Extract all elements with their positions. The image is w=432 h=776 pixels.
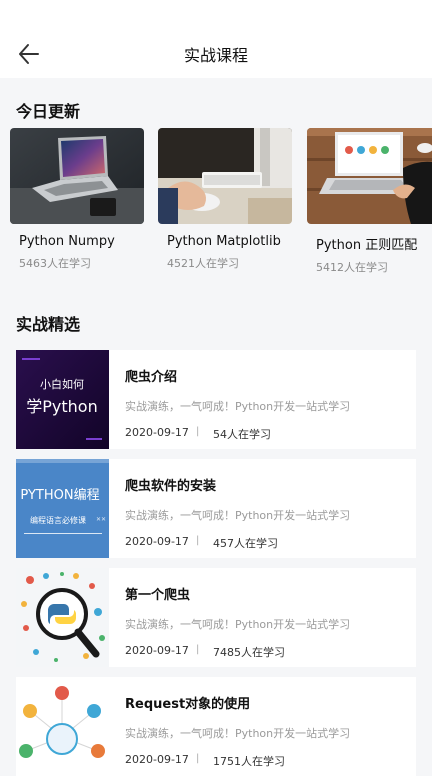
course-learners: 1751人在学习 xyxy=(213,755,285,768)
course-card[interactable]: 第一个爬虫 实战演练，一气呵成！Python开发一站式学习 2020-09-17… xyxy=(16,568,416,667)
today-card-learners: 5412人在学习 xyxy=(316,261,388,274)
course-card[interactable]: PYTHON编程 编程语言必修课 ✕✕ 爬虫软件的安装 实战演练，一气呵成！Py… xyxy=(16,459,416,558)
today-card[interactable]: Python 正则匹配 5412人在学习 xyxy=(307,128,432,275)
course-description: 实战演练，一气呵成！Python开发一站式学习 xyxy=(125,509,351,522)
today-list: Python Numpy 5463人在学习 Python Matplotlib … xyxy=(10,128,432,278)
meta-separator: | xyxy=(196,753,200,764)
svg-text:小白如何: 小白如何 xyxy=(40,377,84,391)
today-card-learners: 5463人在学习 xyxy=(19,257,91,270)
course-description: 实战演练，一气呵成！Python开发一站式学习 xyxy=(125,618,351,631)
course-title: Request对象的使用 xyxy=(125,697,251,712)
course-title: 爬虫软件的安装 xyxy=(125,479,217,494)
today-card-title: Python Matplotlib xyxy=(167,234,281,249)
today-card[interactable]: Python Matplotlib 4521人在学习 xyxy=(158,128,292,271)
course-date: 2020-09-17 xyxy=(125,426,189,439)
meta-separator: | xyxy=(196,535,200,546)
course-image xyxy=(10,128,144,224)
today-card-learners: 4521人在学习 xyxy=(167,257,239,270)
course-title: 第一个爬虫 xyxy=(125,588,191,603)
course-learners: 7485人在学习 xyxy=(213,646,285,659)
featured-section-title: 实战精选 xyxy=(16,315,81,334)
course-thumbnail: PYTHON编程 编程语言必修课 ✕✕ xyxy=(16,459,109,558)
course-image xyxy=(307,128,432,224)
course-date: 2020-09-17 xyxy=(125,644,189,657)
svg-text:PYTHON编程: PYTHON编程 xyxy=(20,488,99,503)
page-title: 实战课程 xyxy=(183,46,248,65)
svg-text:✕✕: ✕✕ xyxy=(96,516,106,523)
course-description: 实战演练，一气呵成！Python开发一站式学习 xyxy=(125,727,351,740)
today-card-title: Python 正则匹配 xyxy=(316,238,418,253)
course-date: 2020-09-17 xyxy=(125,535,189,548)
course-image xyxy=(158,128,292,224)
svg-text:编程语言必修课: 编程语言必修课 xyxy=(30,515,86,525)
meta-separator: | xyxy=(196,426,200,437)
svg-text:学Python: 学Python xyxy=(26,397,97,416)
today-section-title: 今日更新 xyxy=(16,102,81,121)
course-title: 爬虫介绍 xyxy=(125,370,178,385)
course-thumbnail: 小白如何 学Python xyxy=(16,350,109,449)
course-thumbnail xyxy=(16,677,109,776)
meta-separator: | xyxy=(196,644,200,655)
course-thumbnail xyxy=(16,568,109,667)
course-date: 2020-09-17 xyxy=(125,753,189,766)
course-learners: 457人在学习 xyxy=(213,537,278,550)
course-learners: 54人在学习 xyxy=(213,428,271,441)
course-description: 实战演练，一气呵成！Python开发一站式学习 xyxy=(125,400,351,413)
today-card-title: Python Numpy xyxy=(19,234,115,249)
course-card[interactable]: Request对象的使用 实战演练，一气呵成！Python开发一站式学习 202… xyxy=(16,677,416,776)
app-header: 实战课程 xyxy=(0,0,432,78)
today-card[interactable]: Python Numpy 5463人在学习 xyxy=(10,128,144,271)
course-card[interactable]: 小白如何 学Python 爬虫介绍 实战演练，一气呵成！Python开发一站式学… xyxy=(16,350,416,449)
